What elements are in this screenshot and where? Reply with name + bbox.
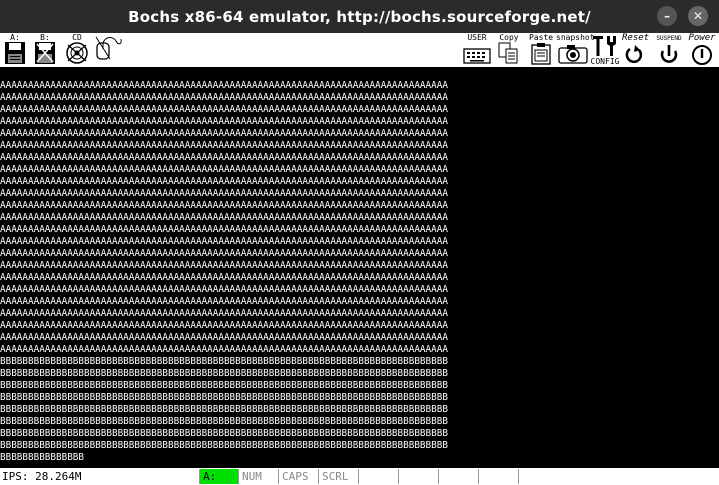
window-title: Bochs x86-64 emulator, http://bochs.sour…: [128, 7, 591, 26]
config-button[interactable]: CONFIG: [590, 33, 620, 67]
reset-icon: [625, 45, 643, 64]
camera-icon: [558, 45, 588, 64]
minimize-icon[interactable]: –: [657, 6, 677, 26]
ips-readout: IPS: 28.264M: [2, 470, 82, 483]
screen-text: AAAAAAAAAAAAAAAAAAAAAAAAAAAAAAAAAAAAAAAA…: [0, 80, 448, 463]
status-cell-empty: [518, 469, 558, 484]
config-icon: [593, 36, 616, 56]
status-bar: IPS: 28.264M A: NUM CAPS SCRL: [0, 468, 719, 485]
close-icon[interactable]: ✕: [688, 6, 708, 26]
scroll-lock-indicator: SCRL: [318, 469, 358, 484]
mouse-button[interactable]: [94, 33, 124, 67]
floppy-a-icon: [5, 42, 25, 64]
title-bar: Bochs x86-64 emulator, http://bochs.sour…: [0, 0, 719, 33]
user-button[interactable]: USER: [462, 33, 492, 67]
suspend-button[interactable]: SUSPEND: [652, 33, 686, 67]
cdrom-button[interactable]: CD: [64, 33, 90, 67]
snapshot-button[interactable]: snapshot: [556, 33, 595, 67]
status-cell-empty: [438, 469, 478, 484]
power-button[interactable]: Power: [686, 33, 718, 67]
cdrom-icon: [66, 42, 88, 64]
floppy-a-button[interactable]: A:: [4, 33, 26, 67]
reset-button[interactable]: Reset: [622, 33, 649, 67]
status-cell-empty: [398, 469, 438, 484]
status-cell-empty: [358, 469, 398, 484]
config-label: CONFIG: [590, 57, 620, 66]
mouse-icon: [95, 36, 122, 60]
bochs-toolbar: A: B: CD USER Copy Paste snapshot CONFIG…: [0, 33, 719, 68]
power-icon: [692, 45, 712, 65]
num-lock-indicator: NUM: [238, 469, 278, 484]
floppy-b-icon: [35, 42, 55, 64]
paste-button[interactable]: Paste: [529, 33, 553, 67]
suspend-icon: [660, 45, 678, 63]
drive-a-indicator: A:: [199, 469, 239, 484]
emulator-screen[interactable]: AAAAAAAAAAAAAAAAAAAAAAAAAAAAAAAAAAAAAAAA…: [0, 80, 719, 465]
copy-button[interactable]: Copy: [497, 33, 521, 67]
status-cell-empty: [478, 469, 518, 484]
caps-lock-indicator: CAPS: [278, 469, 318, 484]
keyboard-icon: [463, 48, 491, 64]
floppy-b-button[interactable]: B:: [34, 33, 56, 67]
paste-icon: [531, 43, 551, 65]
copy-icon: [498, 42, 518, 64]
